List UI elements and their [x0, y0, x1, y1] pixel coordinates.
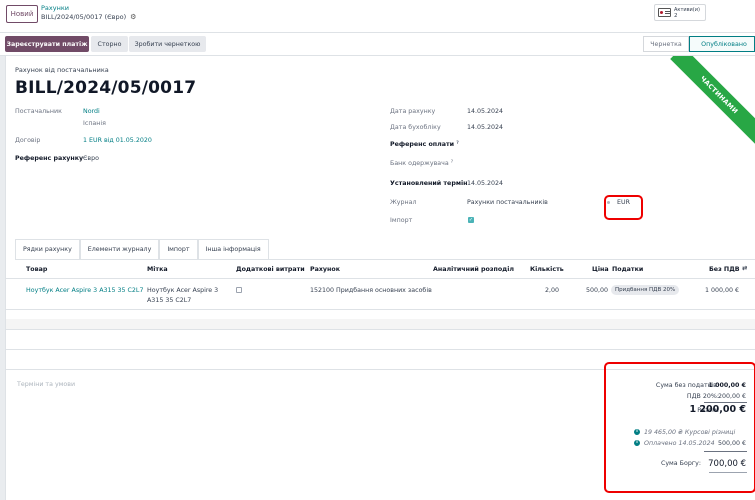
due-underline: [704, 451, 747, 452]
tab-divider: [15, 259, 755, 260]
tab-import[interactable]: Імпорт: [159, 239, 198, 259]
smart-button-label: Активи(и): [674, 6, 700, 13]
control-panel: Новий Рахунки BILL/2024/05/0017 (Євро) ⚙…: [0, 0, 755, 33]
column-header-taxes[interactable]: Податки: [612, 266, 643, 273]
tab-journal-items[interactable]: Елементи журналу: [79, 239, 160, 259]
tab-other-info[interactable]: Інша інформація: [197, 239, 269, 259]
payment-reference-label-text: Референс оплати: [390, 141, 455, 148]
recipient-bank-label: Банк одержувача ?: [390, 160, 453, 167]
column-header-subtotal[interactable]: Без ПДВ: [709, 266, 740, 273]
payment-reference-label: Референс оплати ?: [390, 141, 459, 148]
status-posted[interactable]: Опубліковано: [689, 36, 755, 52]
import-label: Імпорт: [390, 217, 413, 224]
notebook-tabs: Рядки рахунку Елементи журналу Імпорт Ін…: [15, 239, 269, 259]
column-header-quantity[interactable]: Кількість: [530, 266, 564, 273]
row-divider: [6, 309, 755, 310]
smart-button-text: Активи(и) 2: [674, 7, 700, 19]
row-subtotal: 1 000,00 €: [705, 287, 740, 294]
breadcrumb-current: BILL/2024/05/0017 (Євро) ⚙: [41, 13, 136, 21]
help-icon[interactable]: ?: [456, 141, 459, 146]
assets-smart-button[interactable]: Активи(и) 2: [654, 4, 706, 21]
info-icon[interactable]: i: [634, 429, 640, 435]
terms-placeholder[interactable]: Терміни та умови: [17, 381, 75, 388]
smart-button-value: 2: [674, 12, 678, 19]
journal-field[interactable]: Рахунки постачальників: [467, 199, 548, 206]
accounting-date-label: Дата бухобліку: [390, 124, 441, 131]
untaxed-value: 1 000,00 €: [708, 382, 746, 389]
bill-date-label: Дата рахунку: [390, 108, 436, 115]
gear-icon[interactable]: ⚙: [130, 13, 136, 21]
id-card-icon: [658, 8, 671, 17]
column-header-account[interactable]: Рахунок: [310, 266, 340, 273]
breadcrumb-parent[interactable]: Рахунки: [41, 4, 69, 12]
subtotal-underline: [704, 402, 747, 403]
accounting-date-field[interactable]: 14.05.2024: [467, 124, 503, 131]
row-price[interactable]: 500,00: [586, 287, 608, 294]
column-header-label[interactable]: Мітка: [147, 266, 168, 273]
row-label[interactable]: Ноутбук Acer Aspire 3 A315 35 C2L7: [147, 286, 218, 306]
page-title: BILL/2024/05/0017: [15, 78, 197, 98]
row-divider: [6, 329, 755, 330]
contract-value[interactable]: 1 EUR від 01.05.2020: [83, 137, 152, 144]
vendor-name[interactable]: Nordi: [83, 108, 100, 115]
bill-date-field[interactable]: 14.05.2024: [467, 108, 503, 115]
tab-invoice-lines[interactable]: Рядки рахунку: [15, 239, 80, 259]
row-quantity[interactable]: 2,00: [545, 287, 559, 294]
amount-due-value: 700,00 €: [708, 459, 746, 469]
column-header-product[interactable]: Товар: [26, 266, 47, 273]
vendor-country: Іспанія: [83, 120, 106, 127]
row-label-line2: A315 35 C2L7: [147, 297, 192, 304]
row-divider: [6, 349, 755, 350]
form-sheet: ЧАСТИНАМИ Рахунок від постачальника BILL…: [5, 56, 755, 500]
new-button[interactable]: Новий: [6, 5, 38, 23]
currency-field[interactable]: EUR: [617, 199, 630, 206]
due-date-field[interactable]: 14.05.2024: [467, 180, 503, 187]
breadcrumb-current-label: BILL/2024/05/0017 (Євро): [41, 13, 127, 21]
help-icon[interactable]: ?: [451, 160, 453, 165]
extra-costs-checkbox[interactable]: [236, 287, 242, 293]
register-payment-button[interactable]: Зареєструвати платіж: [5, 36, 89, 52]
action-bar: Зареєструвати платіж Сторно Зробити черн…: [0, 33, 755, 56]
reverse-button[interactable]: Сторно: [91, 36, 128, 52]
info-icon[interactable]: i: [634, 440, 640, 446]
vat-value: 200,00 €: [717, 393, 746, 400]
reset-to-draft-button[interactable]: Зробити чернеткою: [129, 36, 206, 52]
status-bar: Чернетка Опубліковано: [643, 36, 755, 52]
paid-value: 500,00 €: [717, 440, 746, 447]
row-product[interactable]: Ноутбук Acer Aspire 3 A315 35 C2L7: [26, 287, 143, 294]
document-type: Рахунок від постачальника: [15, 66, 109, 74]
import-checkbox[interactable]: ✓: [468, 217, 474, 223]
tax-badge[interactable]: Придбання ПДВ 20%: [611, 285, 680, 295]
due-date-label: Установлений термін: [390, 180, 468, 187]
table-header-divider: [6, 278, 755, 279]
partial-payment-ribbon: ЧАСТИНАМИ: [670, 56, 755, 144]
exchange-difference[interactable]: 19 465,00 ₴ Курсові різниці: [644, 429, 735, 436]
row-account[interactable]: 152100 Придбання основних засобів: [310, 287, 432, 294]
amount-due-underline: [709, 472, 747, 473]
empty-row: [6, 319, 755, 329]
column-header-price[interactable]: Ціна: [592, 266, 609, 273]
journal-label: Журнал: [390, 199, 417, 206]
sliders-icon[interactable]: ⇄: [742, 265, 747, 272]
reference-label: Референс рахунку: [15, 155, 84, 162]
reference-field[interactable]: Євро: [83, 155, 99, 162]
column-header-extra-costs[interactable]: Додаткові витрати: [236, 266, 305, 273]
status-draft[interactable]: Чернетка: [643, 36, 689, 52]
row-label-line1: Ноутбук Acer Aspire 3: [147, 287, 219, 294]
vendor-label: Постачальник: [15, 108, 62, 115]
column-header-analytic[interactable]: Аналітичний розподіл: [433, 266, 514, 273]
contract-label: Договір: [15, 137, 41, 144]
currency-dot-icon: [607, 201, 610, 204]
recipient-bank-label-text: Банк одержувача: [390, 160, 449, 167]
total-value: 1 200,00 €: [689, 404, 747, 415]
